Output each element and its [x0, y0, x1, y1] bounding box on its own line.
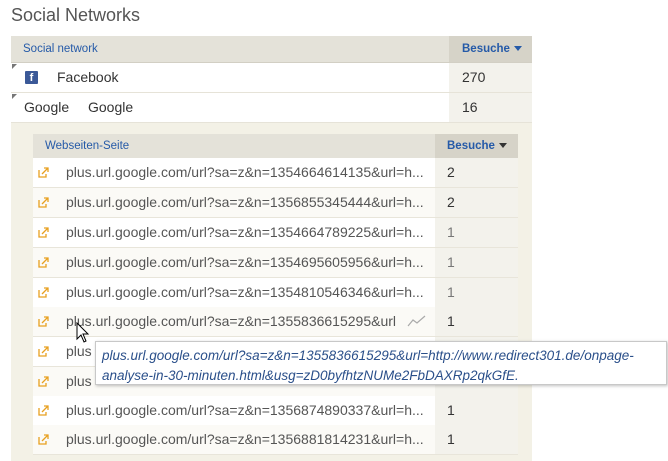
column-header-visits[interactable]: Besuche [449, 36, 532, 62]
google-logo: Google [24, 99, 70, 115]
column-header-social-network[interactable]: Social network [11, 36, 449, 62]
visits-value: 1 [435, 307, 518, 336]
visits-value: 2 [435, 188, 518, 217]
visits-value: 1 [435, 248, 518, 277]
social-network-label: Google [88, 99, 134, 115]
row-evolution-icon[interactable] [407, 315, 427, 328]
external-link-icon[interactable] [38, 316, 49, 327]
page-url-text: plus.url.google.com/url?sa=z&n=135466478… [66, 224, 424, 240]
page-url-cell[interactable]: plus.url.google.com/url?sa=z&n=135466461… [33, 158, 435, 187]
facebook-icon: f [25, 71, 38, 84]
column-header-visits-label: Besuche [447, 140, 495, 152]
page-url-text: plus [66, 373, 92, 389]
external-link-icon[interactable] [38, 227, 49, 238]
page-row[interactable]: plus.url.google.com/url?sa=z&n=135583661… [33, 307, 518, 337]
social-row-facebook[interactable]: f Facebook 270 [11, 63, 532, 93]
page-url-text: plus.url.google.com/url?sa=z&n=135688181… [66, 431, 424, 447]
visits-value: 1 [435, 278, 518, 307]
page-title: Social Networks [11, 5, 141, 25]
page-url-cell[interactable]: plus.url.google.com/url?sa=z&n=135469560… [33, 248, 435, 277]
social-row-label-cell[interactable]: f Facebook [11, 63, 449, 92]
page-url-text: plus.url.google.com/url?sa=z&n=135685534… [66, 194, 424, 210]
page-url-cell[interactable]: plus.url.google.com/url?sa=z&n=135688181… [33, 425, 435, 454]
visits-value: 16 [449, 93, 532, 122]
external-link-icon[interactable] [38, 346, 49, 357]
page-url-cell[interactable]: plus.url.google.com/url?sa=z&n=135481054… [33, 278, 435, 307]
sort-desc-icon [513, 46, 522, 52]
page-row[interactable]: plus.url.google.com/url?sa=z&n=135469560… [33, 248, 518, 278]
page-url-cell[interactable]: plus.url.google.com/url?sa=z&n=135466478… [33, 218, 435, 247]
visits-value: 1 [435, 425, 518, 454]
subtable-header: Webseiten-Seite Besuche [33, 134, 518, 159]
social-row-google[interactable]: Google Google 16 [11, 93, 532, 123]
expand-row-icon[interactable] [12, 64, 17, 69]
tooltip-line-1: plus.url.google.com/url?sa=z&n=135583661… [102, 348, 634, 363]
page-url-cell[interactable]: plus.url.google.com/url?sa=z&n=135685534… [33, 188, 435, 217]
visits-value: 1 [435, 218, 518, 247]
mouse-cursor-icon [76, 322, 90, 343]
external-link-icon[interactable] [38, 257, 49, 268]
url-tooltip: plus.url.google.com/url?sa=z&n=135583661… [95, 341, 667, 385]
page-row[interactable]: plus.url.google.com/url?sa=z&n=135687489… [33, 396, 518, 426]
external-link-icon[interactable] [38, 434, 49, 445]
page-url-text: plus.url.google.com/url?sa=z&n=135481054… [66, 284, 424, 300]
collapse-row-icon[interactable] [12, 94, 17, 99]
page-row[interactable]: plus.url.google.com/url?sa=z&n=135685534… [33, 188, 518, 218]
column-header-visits-label: Besuche [462, 43, 510, 55]
visits-value: 1 [435, 396, 518, 425]
external-link-icon[interactable] [38, 287, 49, 298]
external-link-icon[interactable] [38, 405, 49, 416]
page-url-cell[interactable]: plus.url.google.com/url?sa=z&n=135583661… [33, 307, 435, 336]
column-header-visits[interactable]: Besuche [435, 134, 518, 158]
page-url-text: plus.url.google.com/url?sa=z&n=135687489… [66, 402, 424, 418]
page-row[interactable]: plus.url.google.com/url?sa=z&n=135466478… [33, 218, 518, 248]
page-url-text: plus.url.google.com/url?sa=z&n=135583661… [66, 313, 397, 329]
social-network-label: Facebook [57, 69, 119, 85]
external-link-icon[interactable] [38, 197, 49, 208]
external-link-icon[interactable] [38, 167, 49, 178]
page-row[interactable]: plus.url.google.com/url?sa=z&n=135466461… [33, 158, 518, 188]
social-row-label-cell[interactable]: Google Google [11, 93, 449, 122]
sort-desc-icon [498, 143, 507, 149]
page-row[interactable]: plus.url.google.com/url?sa=z&n=135481054… [33, 278, 518, 308]
page-url-text: plus.url.google.com/url?sa=z&n=135466461… [66, 164, 424, 180]
social-table-header: Social network Besuche [11, 36, 532, 63]
page-url-text: plus.url.google.com/url?sa=z&n=135469560… [66, 254, 424, 270]
column-header-page[interactable]: Webseiten-Seite [33, 134, 435, 158]
tooltip-line-2: analyse-in-30-minuten.html&usg=zD0byfhtz… [102, 368, 519, 383]
external-link-icon[interactable] [38, 376, 49, 387]
visits-value: 2 [435, 158, 518, 187]
visits-value: 270 [449, 63, 532, 92]
page-row[interactable]: plus.url.google.com/url?sa=z&n=135688181… [33, 425, 518, 455]
page-url-cell[interactable]: plus.url.google.com/url?sa=z&n=135687489… [33, 396, 435, 425]
